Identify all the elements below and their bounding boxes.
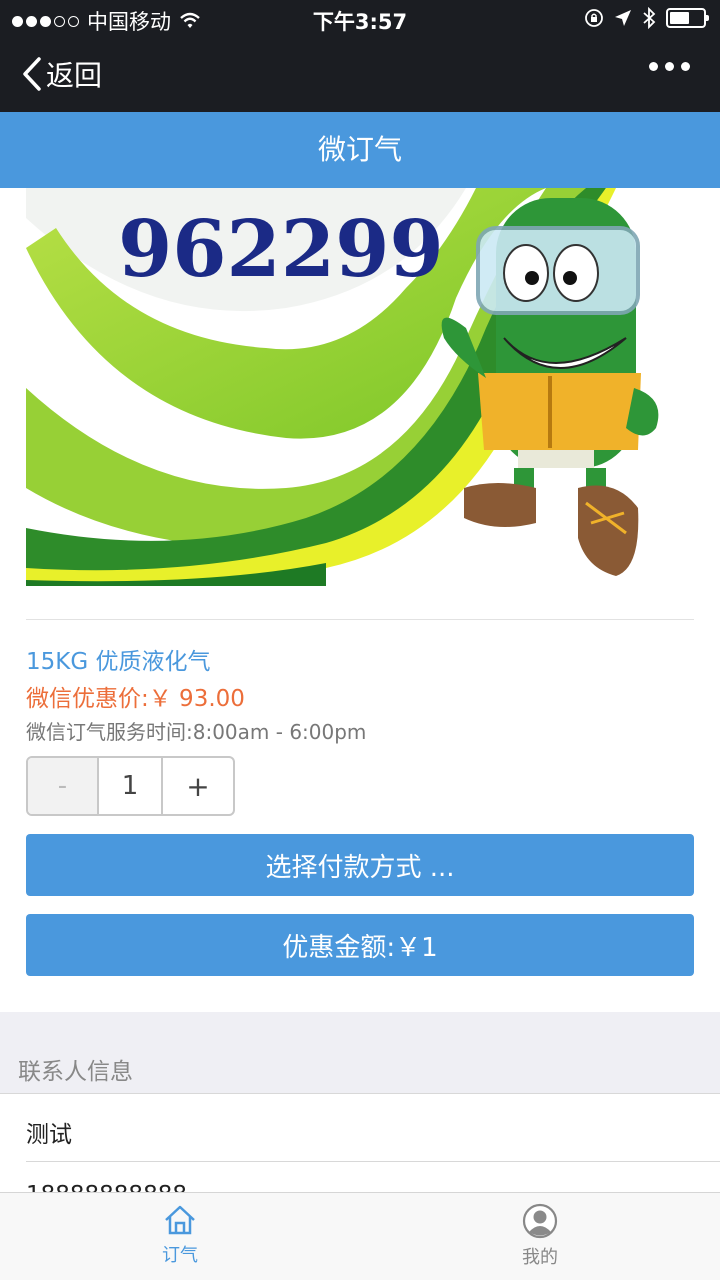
contact-section-title: 联系人信息 (18, 1059, 133, 1085)
product-name: 15KG 优质液化气 (26, 649, 211, 675)
back-label: 返回 (46, 59, 103, 92)
bluetooth-icon (643, 7, 656, 29)
tab-mine[interactable]: 我的 (440, 1203, 640, 1269)
contact-name-item[interactable]: 测试 (26, 1115, 72, 1149)
banner-phone-number: 962299 (118, 204, 444, 295)
home-icon (165, 1205, 195, 1235)
nav-bar: 返回 (0, 36, 720, 112)
increase-button[interactable]: + (163, 758, 233, 814)
row-divider (26, 1161, 720, 1162)
user-icon (522, 1203, 558, 1239)
orientation-lock-icon (585, 9, 603, 27)
status-right (584, 7, 709, 29)
tab-order-label: 订气 (162, 1245, 198, 1266)
banner-image: 962299 (26, 188, 694, 586)
select-payment-button[interactable]: 选择付款方式 ... (26, 834, 694, 896)
quantity-stepper: - 1 + (26, 756, 235, 816)
service-time: 微信订气服务时间:8:00am - 6:00pm (26, 720, 367, 744)
more-options-icon[interactable] (649, 62, 690, 71)
status-bar: 中国移动 下午3:57 (0, 0, 720, 36)
divider (26, 619, 694, 620)
page-title: 微订气 (0, 112, 720, 188)
back-button[interactable]: 返回 (22, 54, 102, 94)
tab-bar: 订气 我的 (0, 1192, 720, 1280)
promo-banner: 962299 (26, 188, 694, 586)
product-price: 微信优惠价:￥ 93.00 (26, 686, 245, 712)
tab-order[interactable]: 订气 (80, 1203, 280, 1267)
tab-mine-label: 我的 (522, 1247, 558, 1268)
chevron-left-icon (23, 57, 41, 91)
quantity-value[interactable]: 1 (99, 758, 163, 814)
discount-amount-button[interactable]: 优惠金额:￥1 (26, 914, 694, 976)
location-arrow-icon (615, 10, 631, 26)
battery-icon (666, 8, 709, 28)
decrease-button[interactable]: - (28, 758, 99, 814)
